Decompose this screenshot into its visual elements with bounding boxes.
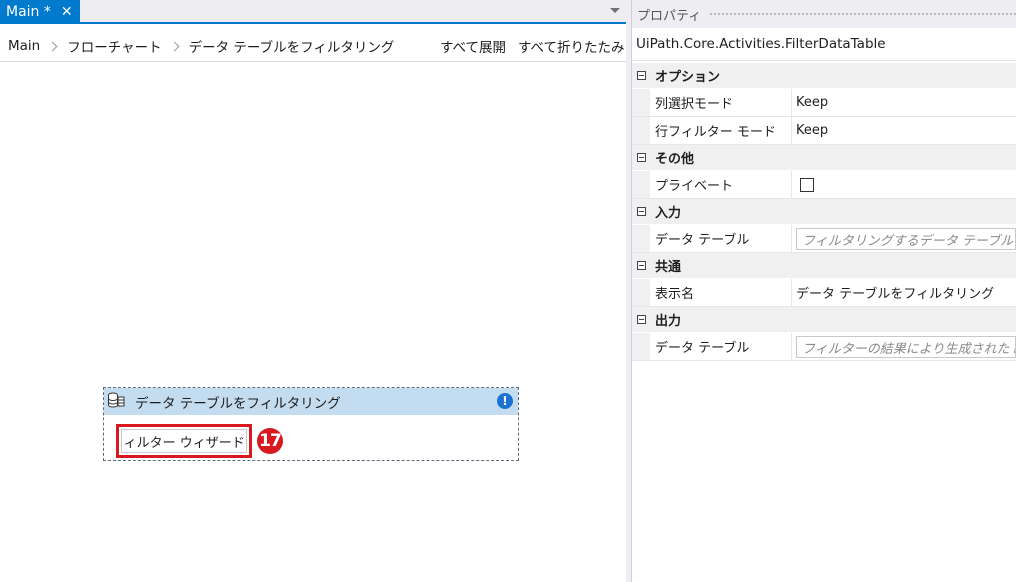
display-name-value[interactable]: データ テーブルをフィルタリング bbox=[792, 279, 1016, 306]
filter-data-table-activity[interactable]: データ テーブルをフィルタリング ! フィルター ウィザード... 17 bbox=[103, 387, 519, 461]
column-selection-mode-value[interactable]: Keep bbox=[792, 89, 1016, 116]
property-row[interactable]: プライベート bbox=[632, 171, 1016, 199]
category-label: 出力 bbox=[655, 314, 682, 329]
collapse-icon[interactable] bbox=[637, 315, 646, 324]
property-grid: オプション 列選択モード Keep 行フィルター モード Keep その他 プラ… bbox=[632, 63, 1016, 361]
property-name: 表示名 bbox=[650, 279, 792, 306]
collapse-icon[interactable] bbox=[637, 153, 646, 162]
validation-warning-icon[interactable]: ! bbox=[497, 393, 513, 409]
input-datatable-value: フィルタリングするデータ テーブルです。 bbox=[792, 225, 1016, 252]
property-name: プライベート bbox=[650, 171, 792, 198]
tab-main[interactable]: Main * ✕ bbox=[0, 0, 80, 24]
activity-title: データ テーブルをフィルタリング bbox=[135, 395, 341, 412]
row-gutter bbox=[632, 89, 650, 116]
document-tab-strip: Main * ✕ bbox=[0, 0, 626, 24]
workflow-designer: Main * ✕ Main フローチャート データ テーブルをフィルタリング す… bbox=[0, 0, 626, 582]
collapse-all-link[interactable]: すべて折りたたみ bbox=[518, 36, 625, 56]
category-label: 共通 bbox=[655, 260, 682, 275]
breadcrumb-bar: Main フローチャート データ テーブルをフィルタリング すべて展開 すべて折… bbox=[0, 24, 626, 62]
filter-wizard-button[interactable]: フィルター ウィザード... bbox=[121, 429, 247, 453]
property-row[interactable]: データ テーブル フィルターの結果により生成された Da bbox=[632, 333, 1016, 361]
drag-grip[interactable] bbox=[709, 11, 1016, 17]
category-label: その他 bbox=[655, 152, 695, 167]
category-output[interactable]: 出力 bbox=[632, 307, 1016, 333]
breadcrumb-item-current[interactable]: データ テーブルをフィルタリング bbox=[189, 36, 395, 56]
property-name: データ テーブル bbox=[650, 225, 792, 252]
chevron-right-icon bbox=[169, 41, 180, 51]
category-label: 入力 bbox=[655, 206, 682, 221]
row-gutter bbox=[632, 117, 650, 144]
property-row[interactable]: データ テーブル フィルタリングするデータ テーブルです。 bbox=[632, 225, 1016, 253]
category-options[interactable]: オプション bbox=[632, 63, 1016, 89]
breadcrumb: Main フローチャート データ テーブルをフィルタリング bbox=[8, 36, 394, 56]
property-name: 列選択モード bbox=[650, 89, 792, 116]
collapse-icon[interactable] bbox=[637, 207, 646, 216]
close-icon[interactable]: ✕ bbox=[61, 4, 73, 20]
activity-header[interactable]: データ テーブルをフィルタリング ! bbox=[104, 388, 518, 415]
wizard-highlight-frame: フィルター ウィザード... bbox=[116, 424, 252, 458]
step-number-badge: 17 bbox=[257, 428, 283, 454]
property-row[interactable]: 表示名 データ テーブルをフィルタリング bbox=[632, 279, 1016, 307]
row-gutter bbox=[632, 171, 650, 198]
properties-panel: プロパティ UiPath.Core.Activities.FilterDataT… bbox=[632, 0, 1016, 582]
tab-dropdown-icon[interactable] bbox=[610, 8, 620, 13]
output-datatable-field[interactable]: フィルターの結果により生成された Da bbox=[796, 336, 1016, 358]
property-row[interactable]: 行フィルター モード Keep bbox=[632, 117, 1016, 145]
activity-type-name: UiPath.Core.Activities.FilterDataTable bbox=[632, 28, 1016, 61]
collapse-icon[interactable] bbox=[637, 261, 646, 270]
row-gutter bbox=[632, 333, 650, 360]
property-name: 行フィルター モード bbox=[650, 117, 792, 144]
chevron-right-icon bbox=[47, 41, 58, 51]
category-common[interactable]: 共通 bbox=[632, 253, 1016, 279]
category-input[interactable]: 入力 bbox=[632, 199, 1016, 225]
database-table-icon bbox=[107, 391, 125, 413]
row-gutter bbox=[632, 225, 650, 252]
collapse-icon[interactable] bbox=[637, 71, 646, 80]
input-datatable-field[interactable]: フィルタリングするデータ テーブルです。 bbox=[796, 228, 1016, 250]
private-checkbox[interactable] bbox=[800, 177, 814, 192]
private-value bbox=[792, 171, 1016, 198]
property-name: データ テーブル bbox=[650, 333, 792, 360]
category-label: オプション bbox=[655, 70, 721, 85]
properties-panel-title: プロパティ bbox=[637, 8, 702, 24]
row-filter-mode-value[interactable]: Keep bbox=[792, 117, 1016, 144]
row-gutter bbox=[632, 279, 650, 306]
breadcrumb-item-main[interactable]: Main bbox=[8, 38, 40, 54]
property-row[interactable]: 列選択モード Keep bbox=[632, 89, 1016, 117]
category-misc[interactable]: その他 bbox=[632, 145, 1016, 171]
tab-main-label: Main * bbox=[6, 4, 51, 20]
expand-all-link[interactable]: すべて展開 bbox=[440, 36, 506, 56]
breadcrumb-item-flowchart[interactable]: フローチャート bbox=[67, 36, 161, 56]
properties-panel-header: プロパティ bbox=[632, 0, 1016, 28]
output-datatable-value: フィルターの結果により生成された Da bbox=[792, 333, 1016, 360]
